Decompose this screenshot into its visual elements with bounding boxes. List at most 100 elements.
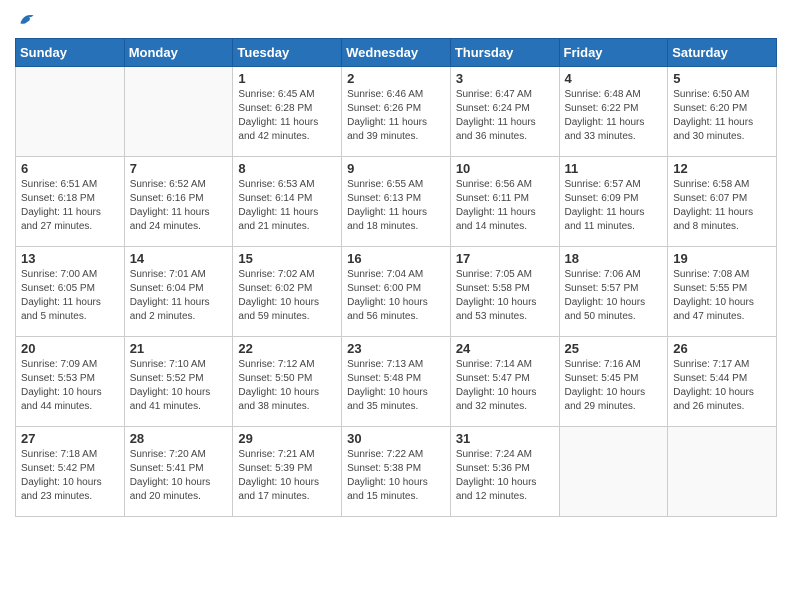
day-number: 18: [565, 251, 663, 266]
day-info: Sunrise: 6:56 AM Sunset: 6:11 PM Dayligh…: [456, 178, 554, 234]
day-number: 10: [456, 161, 554, 176]
calendar-cell: 19 Sunrise: 7:08 AM Sunset: 5:55 PM Dayli…: [668, 247, 777, 337]
calendar-cell: 21Sunrise: 7:10 AM Sunset: 5:52 PM Dayli…: [124, 337, 233, 427]
calendar-cell: 3 Sunrise: 6:47 AM Sunset: 6:24 PM Daylig…: [450, 67, 559, 157]
weekday-header-saturday: Saturday: [668, 39, 777, 67]
page-header: [15, 10, 777, 30]
calendar-cell: 12 Sunrise: 6:58 AM Sunset: 6:07 PM Dayli…: [668, 157, 777, 247]
day-info: Sunrise: 7:21 AM Sunset: 5:39 PM Dayligh…: [238, 448, 336, 504]
logo: [15, 10, 37, 30]
day-number: 13: [21, 251, 119, 266]
calendar-cell: [124, 67, 233, 157]
day-number: 6: [21, 161, 119, 176]
day-info: Sunrise: 6:55 AM Sunset: 6:13 PM Dayligh…: [347, 178, 445, 234]
day-info: Sunrise: 7:18 AM Sunset: 5:42 PM Dayligh…: [21, 448, 119, 504]
day-info: Sunrise: 6:51 AM Sunset: 6:18 PM Dayligh…: [21, 178, 119, 234]
day-number: 5: [673, 71, 771, 86]
weekday-header-thursday: Thursday: [450, 39, 559, 67]
calendar-cell: 6 Sunrise: 6:51 AM Sunset: 6:18 PM Daylig…: [16, 157, 125, 247]
day-info: Sunrise: 7:02 AM Sunset: 6:02 PM Dayligh…: [238, 268, 336, 324]
calendar-week-row: 1Sunrise: 6:45 AM Sunset: 6:28 PM Daylig…: [16, 67, 777, 157]
day-number: 16: [347, 251, 445, 266]
day-info: Sunrise: 7:13 AM Sunset: 5:48 PM Dayligh…: [347, 358, 445, 414]
day-number: 7: [130, 161, 228, 176]
day-info: Sunrise: 7:22 AM Sunset: 5:38 PM Dayligh…: [347, 448, 445, 504]
calendar-cell: 16Sunrise: 7:04 AM Sunset: 6:00 PM Dayli…: [342, 247, 451, 337]
day-info: Sunrise: 6:48 AM Sunset: 6:22 PM Dayligh…: [565, 88, 663, 144]
day-number: 27: [21, 431, 119, 446]
calendar-cell: 29 Sunrise: 7:21 AM Sunset: 5:39 PM Dayli…: [233, 427, 342, 517]
day-info: Sunrise: 7:24 AM Sunset: 5:36 PM Dayligh…: [456, 448, 554, 504]
weekday-header-wednesday: Wednesday: [342, 39, 451, 67]
day-info: Sunrise: 7:16 AM Sunset: 5:45 PM Dayligh…: [565, 358, 663, 414]
calendar-cell: 1Sunrise: 6:45 AM Sunset: 6:28 PM Daylig…: [233, 67, 342, 157]
day-number: 17: [456, 251, 554, 266]
day-number: 4: [565, 71, 663, 86]
calendar-week-row: 6 Sunrise: 6:51 AM Sunset: 6:18 PM Daylig…: [16, 157, 777, 247]
day-info: Sunrise: 7:20 AM Sunset: 5:41 PM Dayligh…: [130, 448, 228, 504]
day-info: Sunrise: 6:52 AM Sunset: 6:16 PM Dayligh…: [130, 178, 228, 234]
day-info: Sunrise: 7:12 AM Sunset: 5:50 PM Dayligh…: [238, 358, 336, 414]
weekday-header-tuesday: Tuesday: [233, 39, 342, 67]
day-info: Sunrise: 7:09 AM Sunset: 5:53 PM Dayligh…: [21, 358, 119, 414]
day-info: Sunrise: 7:05 AM Sunset: 5:58 PM Dayligh…: [456, 268, 554, 324]
weekday-header-sunday: Sunday: [16, 39, 125, 67]
day-info: Sunrise: 7:10 AM Sunset: 5:52 PM Dayligh…: [130, 358, 228, 414]
day-info: Sunrise: 6:47 AM Sunset: 6:24 PM Dayligh…: [456, 88, 554, 144]
calendar-cell: [559, 427, 668, 517]
weekday-header-friday: Friday: [559, 39, 668, 67]
calendar-cell: 10 Sunrise: 6:56 AM Sunset: 6:11 PM Dayli…: [450, 157, 559, 247]
day-number: 26: [673, 341, 771, 356]
calendar-cell: 30 Sunrise: 7:22 AM Sunset: 5:38 PM Dayli…: [342, 427, 451, 517]
day-info: Sunrise: 7:06 AM Sunset: 5:57 PM Dayligh…: [565, 268, 663, 324]
day-number: 22: [238, 341, 336, 356]
calendar-table: SundayMondayTuesdayWednesdayThursdayFrid…: [15, 38, 777, 517]
day-number: 14: [130, 251, 228, 266]
day-number: 19: [673, 251, 771, 266]
day-number: 9: [347, 161, 445, 176]
day-number: 8: [238, 161, 336, 176]
day-number: 30: [347, 431, 445, 446]
day-number: 11: [565, 161, 663, 176]
day-info: Sunrise: 7:01 AM Sunset: 6:04 PM Dayligh…: [130, 268, 228, 324]
day-number: 12: [673, 161, 771, 176]
calendar-cell: 27 Sunrise: 7:18 AM Sunset: 5:42 PM Dayli…: [16, 427, 125, 517]
calendar-cell: 14 Sunrise: 7:01 AM Sunset: 6:04 PM Dayli…: [124, 247, 233, 337]
weekday-header-monday: Monday: [124, 39, 233, 67]
calendar-cell: 20 Sunrise: 7:09 AM Sunset: 5:53 PM Dayli…: [16, 337, 125, 427]
day-number: 3: [456, 71, 554, 86]
calendar-cell: 18 Sunrise: 7:06 AM Sunset: 5:57 PM Dayli…: [559, 247, 668, 337]
day-info: Sunrise: 6:46 AM Sunset: 6:26 PM Dayligh…: [347, 88, 445, 144]
day-number: 29: [238, 431, 336, 446]
calendar-cell: 9 Sunrise: 6:55 AM Sunset: 6:13 PM Daylig…: [342, 157, 451, 247]
calendar-week-row: 20 Sunrise: 7:09 AM Sunset: 5:53 PM Dayli…: [16, 337, 777, 427]
calendar-cell: [668, 427, 777, 517]
calendar-cell: 28 Sunrise: 7:20 AM Sunset: 5:41 PM Dayli…: [124, 427, 233, 517]
day-number: 20: [21, 341, 119, 356]
calendar-cell: 13 Sunrise: 7:00 AM Sunset: 6:05 PM Dayli…: [16, 247, 125, 337]
day-info: Sunrise: 7:08 AM Sunset: 5:55 PM Dayligh…: [673, 268, 771, 324]
logo-bird-icon: [17, 10, 37, 30]
calendar-cell: 5Sunrise: 6:50 AM Sunset: 6:20 PM Daylig…: [668, 67, 777, 157]
day-number: 1: [238, 71, 336, 86]
day-info: Sunrise: 7:14 AM Sunset: 5:47 PM Dayligh…: [456, 358, 554, 414]
calendar-cell: 8Sunrise: 6:53 AM Sunset: 6:14 PM Daylig…: [233, 157, 342, 247]
day-number: 24: [456, 341, 554, 356]
calendar-cell: 11 Sunrise: 6:57 AM Sunset: 6:09 PM Dayli…: [559, 157, 668, 247]
calendar-cell: 26 Sunrise: 7:17 AM Sunset: 5:44 PM Dayli…: [668, 337, 777, 427]
day-info: Sunrise: 7:17 AM Sunset: 5:44 PM Dayligh…: [673, 358, 771, 414]
calendar-cell: 25 Sunrise: 7:16 AM Sunset: 5:45 PM Dayli…: [559, 337, 668, 427]
weekday-header-row: SundayMondayTuesdayWednesdayThursdayFrid…: [16, 39, 777, 67]
day-number: 23: [347, 341, 445, 356]
calendar-cell: 24 Sunrise: 7:14 AM Sunset: 5:47 PM Dayli…: [450, 337, 559, 427]
day-info: Sunrise: 6:58 AM Sunset: 6:07 PM Dayligh…: [673, 178, 771, 234]
calendar-cell: 15Sunrise: 7:02 AM Sunset: 6:02 PM Dayli…: [233, 247, 342, 337]
calendar-cell: [16, 67, 125, 157]
day-number: 31: [456, 431, 554, 446]
day-number: 2: [347, 71, 445, 86]
day-info: Sunrise: 6:57 AM Sunset: 6:09 PM Dayligh…: [565, 178, 663, 234]
day-number: 28: [130, 431, 228, 446]
day-number: 25: [565, 341, 663, 356]
calendar-cell: 22 Sunrise: 7:12 AM Sunset: 5:50 PM Dayli…: [233, 337, 342, 427]
day-info: Sunrise: 7:00 AM Sunset: 6:05 PM Dayligh…: [21, 268, 119, 324]
